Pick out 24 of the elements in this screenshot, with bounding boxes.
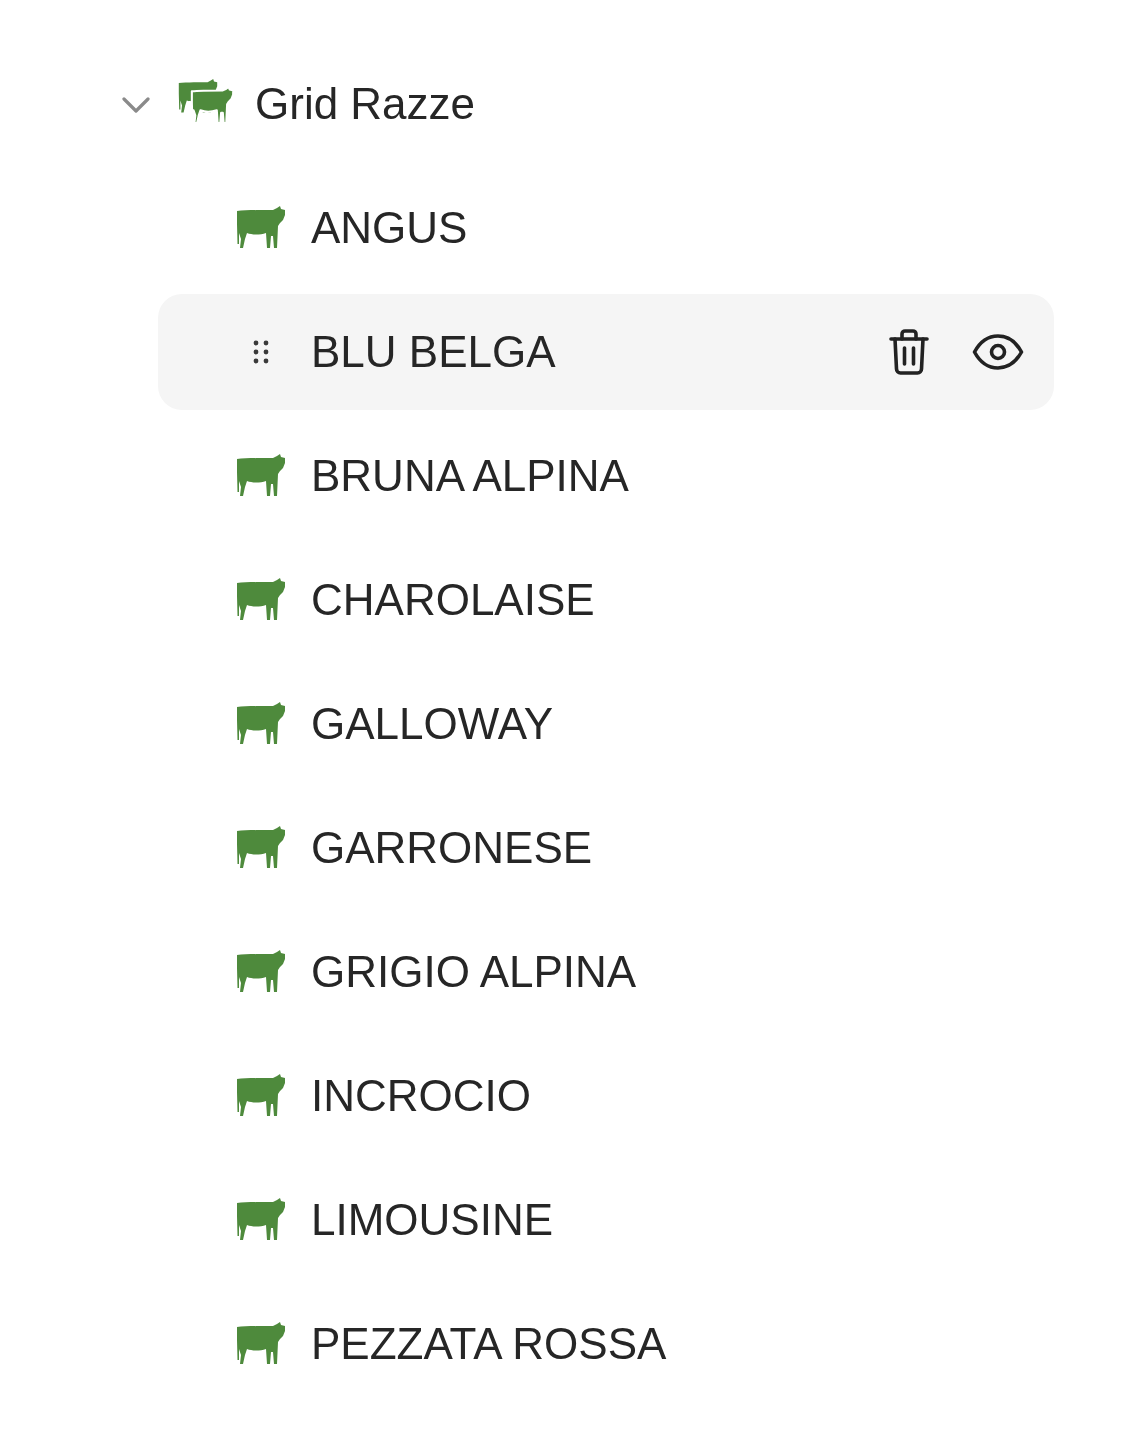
chevron-down-icon[interactable] (122, 97, 150, 113)
tree-item[interactable]: INCROCIO (236, 1070, 531, 1122)
cow-icon (236, 206, 286, 250)
cow-icon (236, 702, 286, 746)
tree-item[interactable]: Grid Razze (122, 78, 476, 130)
cow-icon (236, 454, 286, 498)
cow-icon (236, 1322, 286, 1366)
cow-icon (236, 950, 286, 994)
tree-item[interactable]: GALLOWAY (236, 698, 554, 750)
trash-icon[interactable] (888, 328, 930, 376)
tree-item[interactable]: LIMOUSINE (236, 1194, 554, 1246)
tree-item[interactable]: GRIGIO ALPINA (236, 946, 637, 998)
eye-icon[interactable] (972, 334, 1024, 370)
cow-icon (236, 1198, 286, 1242)
tree-item[interactable]: ANGUS (236, 202, 468, 254)
cow-icon (236, 826, 286, 870)
tree-item[interactable]: BRUNA ALPINA (236, 450, 629, 502)
tree-item[interactable]: CHAROLAISE (236, 574, 595, 626)
cow-icon (236, 578, 286, 622)
tree-item[interactable]: BLU BELGA (158, 294, 1054, 410)
tree-item[interactable]: PEZZATA ROSSA (236, 1318, 667, 1370)
tree-item[interactable]: GARRONESE (236, 822, 593, 874)
cow-icon (236, 1074, 286, 1118)
drag-handle-icon[interactable] (253, 340, 269, 364)
